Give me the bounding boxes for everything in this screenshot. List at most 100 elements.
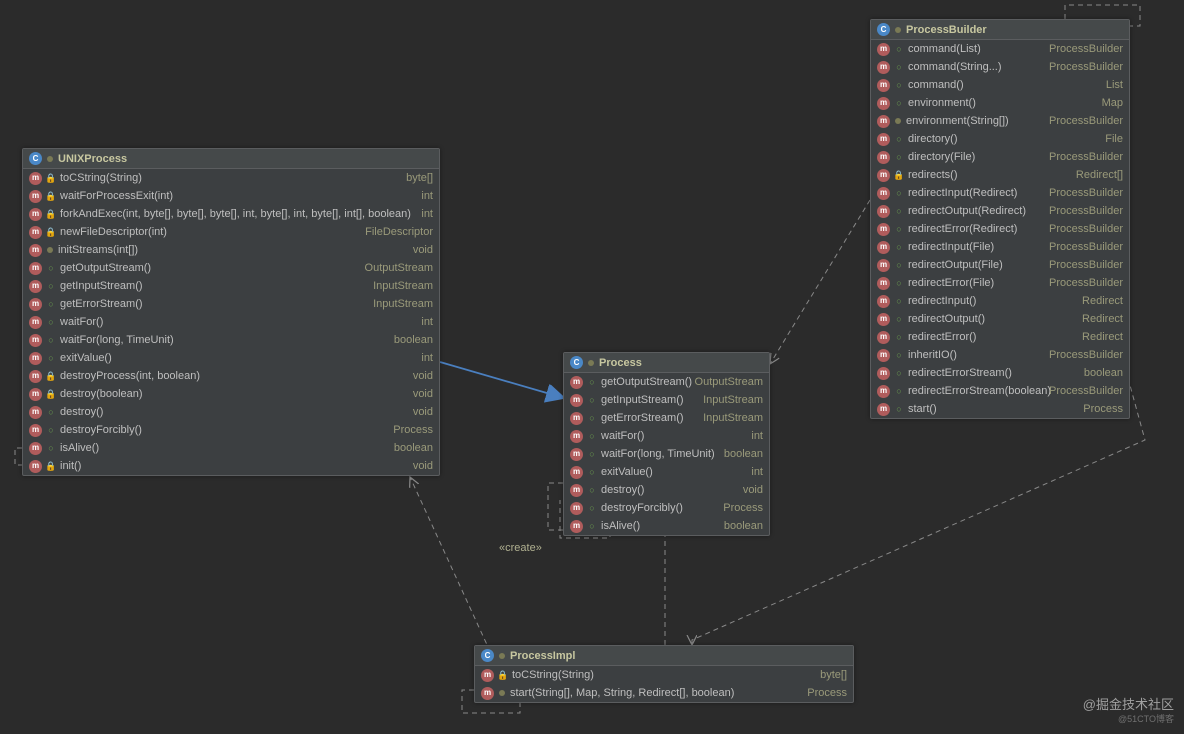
member-row[interactable]: m🔒newFileDescriptor(int)FileDescriptor: [23, 223, 439, 241]
member-row[interactable]: m○redirectOutput(Redirect)ProcessBuilder: [871, 202, 1129, 220]
member-row[interactable]: m🔒toCString(String)byte[]: [23, 169, 439, 187]
member-row[interactable]: m○exitValue()int: [23, 349, 439, 367]
member-row[interactable]: m🔒waitForProcessExit(int)int: [23, 187, 439, 205]
member-row[interactable]: m○redirectErrorStream()boolean: [871, 364, 1129, 382]
unlock-icon: ○: [895, 315, 903, 323]
member-return-type: Process: [711, 500, 763, 516]
member-return-type: ProcessBuilder: [1037, 203, 1123, 219]
member-row[interactable]: m○waitFor(long, TimeUnit)boolean: [23, 331, 439, 349]
member-row[interactable]: m○destroyForcibly()Process: [23, 421, 439, 439]
member-row[interactable]: m○getOutputStream()OutputStream: [564, 373, 769, 391]
member-name: redirectOutput(): [908, 311, 985, 327]
method-icon: m: [877, 205, 890, 218]
member-row[interactable]: m○redirectError(File)ProcessBuilder: [871, 274, 1129, 292]
lock-icon: 🔒: [47, 192, 55, 200]
member-row[interactable]: m○command()List: [871, 76, 1129, 94]
member-return-type: void: [401, 404, 433, 420]
member-row[interactable]: m○command(List)ProcessBuilder: [871, 40, 1129, 58]
member-return-type: ProcessBuilder: [1037, 275, 1123, 291]
method-icon: m: [877, 349, 890, 362]
class-unixprocess[interactable]: C UNIXProcess m🔒toCString(String)byte[]m…: [22, 148, 440, 476]
member-row[interactable]: m○getErrorStream()InputStream: [23, 295, 439, 313]
member-name: waitFor(): [601, 428, 644, 444]
unlock-icon: ○: [895, 225, 903, 233]
member-row[interactable]: m🔒destroyProcess(int, boolean)void: [23, 367, 439, 385]
member-return-type: int: [409, 350, 433, 366]
member-row[interactable]: m○redirectOutput(File)ProcessBuilder: [871, 256, 1129, 274]
member-row[interactable]: m🔒destroy(boolean)void: [23, 385, 439, 403]
member-row[interactable]: m○redirectErrorStream(boolean)ProcessBui…: [871, 382, 1129, 400]
unlock-icon: ○: [47, 408, 55, 416]
package-icon: [895, 118, 901, 124]
member-row[interactable]: m○environment()Map: [871, 94, 1129, 112]
method-icon: m: [570, 394, 583, 407]
member-row[interactable]: m○getErrorStream()InputStream: [564, 409, 769, 427]
member-row[interactable]: minitStreams(int[])void: [23, 241, 439, 259]
member-row[interactable]: m🔒init()void: [23, 457, 439, 475]
method-icon: m: [570, 430, 583, 443]
member-row[interactable]: m○redirectOutput()Redirect: [871, 310, 1129, 328]
member-row[interactable]: m○redirectInput(File)ProcessBuilder: [871, 238, 1129, 256]
member-name: getOutputStream(): [60, 260, 151, 276]
member-return-type: boolean: [382, 332, 433, 348]
member-row[interactable]: m○waitFor(long, TimeUnit)boolean: [564, 445, 769, 463]
member-row[interactable]: m○waitFor()int: [564, 427, 769, 445]
member-name: isAlive(): [60, 440, 99, 456]
member-row[interactable]: m○destroy()void: [564, 481, 769, 499]
member-row[interactable]: m○exitValue()int: [564, 463, 769, 481]
lock-icon: 🔒: [47, 174, 55, 182]
member-return-type: InputStream: [361, 278, 433, 294]
unlock-icon: ○: [895, 207, 903, 215]
member-row[interactable]: m○redirectError(Redirect)ProcessBuilder: [871, 220, 1129, 238]
member-return-type: byte[]: [808, 667, 847, 683]
lock-icon: 🔒: [47, 210, 55, 218]
member-row[interactable]: m○getInputStream()InputStream: [564, 391, 769, 409]
member-row[interactable]: m○destroy()void: [23, 403, 439, 421]
member-return-type: byte[]: [394, 170, 433, 186]
method-icon: m: [29, 370, 42, 383]
member-name: redirectOutput(File): [908, 257, 1003, 273]
method-icon: m: [877, 79, 890, 92]
member-row[interactable]: m○redirectInput(Redirect)ProcessBuilder: [871, 184, 1129, 202]
method-icon: m: [481, 669, 494, 682]
class-processbuilder[interactable]: C ProcessBuilder m○command(List)ProcessB…: [870, 19, 1130, 419]
member-row[interactable]: m○isAlive()boolean: [564, 517, 769, 535]
class-process[interactable]: C Process m○getOutputStream()OutputStrea…: [563, 352, 770, 536]
member-row[interactable]: mstart(String[], Map, String, Redirect[]…: [475, 684, 853, 702]
method-icon: m: [29, 406, 42, 419]
member-row[interactable]: m🔒toCString(String)byte[]: [475, 666, 853, 684]
member-name: newFileDescriptor(int): [60, 224, 167, 240]
unlock-icon: ○: [895, 369, 903, 377]
member-row[interactable]: m○directory(File)ProcessBuilder: [871, 148, 1129, 166]
class-processimpl[interactable]: C ProcessImpl m🔒toCString(String)byte[]m…: [474, 645, 854, 703]
member-row[interactable]: m🔒redirects()Redirect[]: [871, 166, 1129, 184]
member-row[interactable]: m○inheritIO()ProcessBuilder: [871, 346, 1129, 364]
member-row[interactable]: m○redirectInput()Redirect: [871, 292, 1129, 310]
method-icon: m: [570, 466, 583, 479]
member-row[interactable]: m○waitFor()int: [23, 313, 439, 331]
member-row[interactable]: m○destroyForcibly()Process: [564, 499, 769, 517]
member-name: isAlive(): [601, 518, 640, 534]
method-icon: m: [877, 259, 890, 272]
member-row[interactable]: m○getInputStream()InputStream: [23, 277, 439, 295]
member-row[interactable]: m○start()Process: [871, 400, 1129, 418]
member-row[interactable]: m○isAlive()boolean: [23, 439, 439, 457]
member-return-type: Redirect: [1070, 293, 1123, 309]
method-icon: m: [877, 223, 890, 236]
method-icon: m: [29, 262, 42, 275]
member-name: destroyProcess(int, boolean): [60, 368, 200, 384]
member-row[interactable]: m○command(String...)ProcessBuilder: [871, 58, 1129, 76]
member-row[interactable]: menvironment(String[])ProcessBuilder: [871, 112, 1129, 130]
member-name: destroy(boolean): [60, 386, 143, 402]
class-icon: C: [481, 649, 494, 662]
lock-icon: 🔒: [499, 671, 507, 679]
member-name: waitFor(long, TimeUnit): [601, 446, 715, 462]
member-name: redirectErrorStream(): [908, 365, 1012, 381]
member-return-type: File: [1093, 131, 1123, 147]
member-row[interactable]: m○getOutputStream()OutputStream: [23, 259, 439, 277]
member-row[interactable]: m○redirectError()Redirect: [871, 328, 1129, 346]
member-row[interactable]: m○directory()File: [871, 130, 1129, 148]
member-row[interactable]: m🔒forkAndExec(int, byte[], byte[], byte[…: [23, 205, 439, 223]
unlock-icon: ○: [895, 45, 903, 53]
method-icon: m: [29, 172, 42, 185]
